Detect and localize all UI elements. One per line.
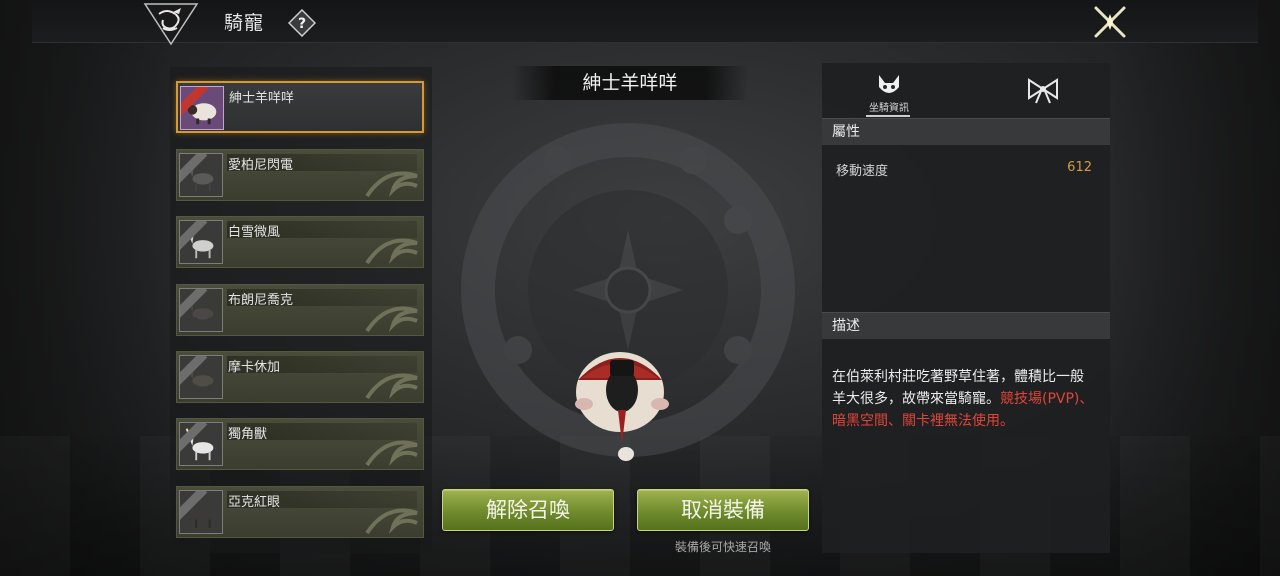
horse-icon: [179, 288, 223, 332]
unequip-button[interactable]: 取消裝備: [637, 489, 809, 531]
mount-name: 愛柏尼閃電: [228, 158, 294, 173]
close-x-icon[interactable]: [1092, 4, 1128, 40]
mount-name: 白雪微風: [228, 225, 281, 240]
mount-list-item[interactable]: 愛柏尼閃電: [176, 149, 424, 201]
stat-move-speed-value: 612: [1067, 160, 1092, 175]
sheep-icon: [180, 86, 224, 130]
unicorn-icon: [179, 422, 223, 466]
bow-icon: [1028, 78, 1058, 104]
mount-name: 亞克紅眼: [228, 495, 281, 510]
mount-3d-model: [575, 352, 669, 461]
mount-name: 布朗尼喬克: [228, 293, 294, 308]
mount-name: 摩卡休加: [228, 360, 281, 375]
mount-list-item[interactable]: 布朗尼喬克: [176, 284, 424, 336]
description-text: 在伯萊利村莊吃著野草住著，體積比一般羊大很多，故帶來當騎寵。競技場(PVP)、暗…: [832, 366, 1094, 432]
mount-list-item[interactable]: 白雪微風: [176, 216, 424, 268]
svg-text:?: ?: [298, 16, 306, 32]
page-title: 騎寵: [224, 12, 265, 34]
mount-info-icon: [879, 75, 899, 93]
mount-list-item[interactable]: 摩卡休加: [176, 351, 424, 403]
mount-title-bar: 紳士羊咩咩: [512, 66, 748, 100]
dismiss-summon-button[interactable]: 解除召喚: [442, 489, 614, 531]
attributes-heading: 屬性: [822, 118, 1110, 145]
mount-screen: 騎寵 ? 紳士羊咩咩 愛柏尼閃電 白雪微風 布朗尼喬克 摩卡休加 獨角獸 亞克紅…: [0, 0, 1280, 576]
horse-icon: [179, 220, 223, 264]
tab-costume[interactable]: [976, 63, 1110, 118]
mount-list-item[interactable]: 紳士羊咩咩: [176, 81, 424, 133]
mount-name: 獨角獸: [228, 427, 268, 442]
horse-icon: [179, 355, 223, 399]
selected-mount-name: 紳士羊咩咩: [582, 72, 678, 94]
dragon-emblem-icon: [143, 3, 199, 46]
tab-active-indicator: [866, 115, 910, 117]
tab-label: 坐騎資訊: [869, 103, 909, 114]
mount-name: 紳士羊咩咩: [229, 91, 295, 106]
question-mark-icon[interactable]: ?: [288, 9, 316, 37]
tab-mount-info[interactable]: 坐騎資訊: [822, 63, 956, 118]
mount-list-item[interactable]: 亞克紅眼: [176, 486, 424, 538]
stat-move-speed-label: 移動速度: [836, 164, 889, 179]
top-bar: [32, 0, 1258, 43]
quick-summon-hint: 裝備後可快速召喚: [674, 540, 771, 554]
horse-icon: [179, 490, 223, 534]
mount-list-item[interactable]: 獨角獸: [176, 418, 424, 470]
description-heading: 描述: [822, 312, 1110, 339]
horse-icon: [179, 153, 223, 197]
